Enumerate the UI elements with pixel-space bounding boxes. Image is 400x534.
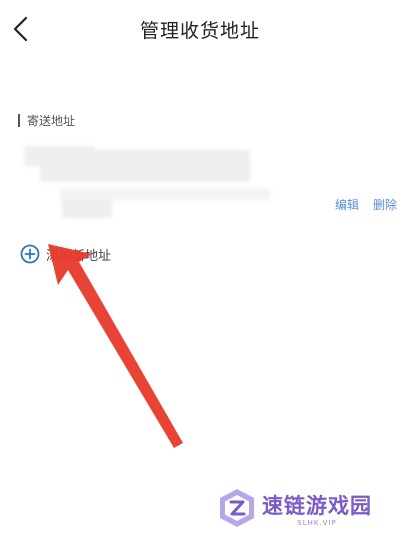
section-label-text: 寄送地址	[27, 113, 76, 128]
section-label: 寄送地址	[18, 111, 75, 129]
address-card[interactable]	[20, 140, 400, 230]
header-bar: 管理收货地址	[0, 0, 400, 62]
add-address-label: 添加新地址	[46, 248, 112, 264]
delete-address-button[interactable]: 删除	[373, 196, 397, 213]
watermark-text: 速链游戏园 SLHK.VIP	[262, 490, 372, 527]
site-logo-icon	[220, 489, 254, 527]
section-bar	[18, 113, 20, 127]
plus-circle-icon	[20, 244, 40, 264]
address-redacted-block	[40, 150, 250, 182]
watermark: 速链游戏园 SLHK.VIP	[218, 484, 398, 532]
watermark-domain: SLHK.VIP	[297, 518, 337, 527]
page-title: 管理收货地址	[139, 20, 260, 42]
add-address-button[interactable]: 添加新地址	[20, 243, 111, 265]
address-redacted-block	[62, 198, 112, 218]
watermark-name: 速链游戏园	[262, 493, 372, 518]
edit-address-button[interactable]: 编辑	[335, 196, 359, 213]
red-arrow-icon	[48, 244, 183, 448]
